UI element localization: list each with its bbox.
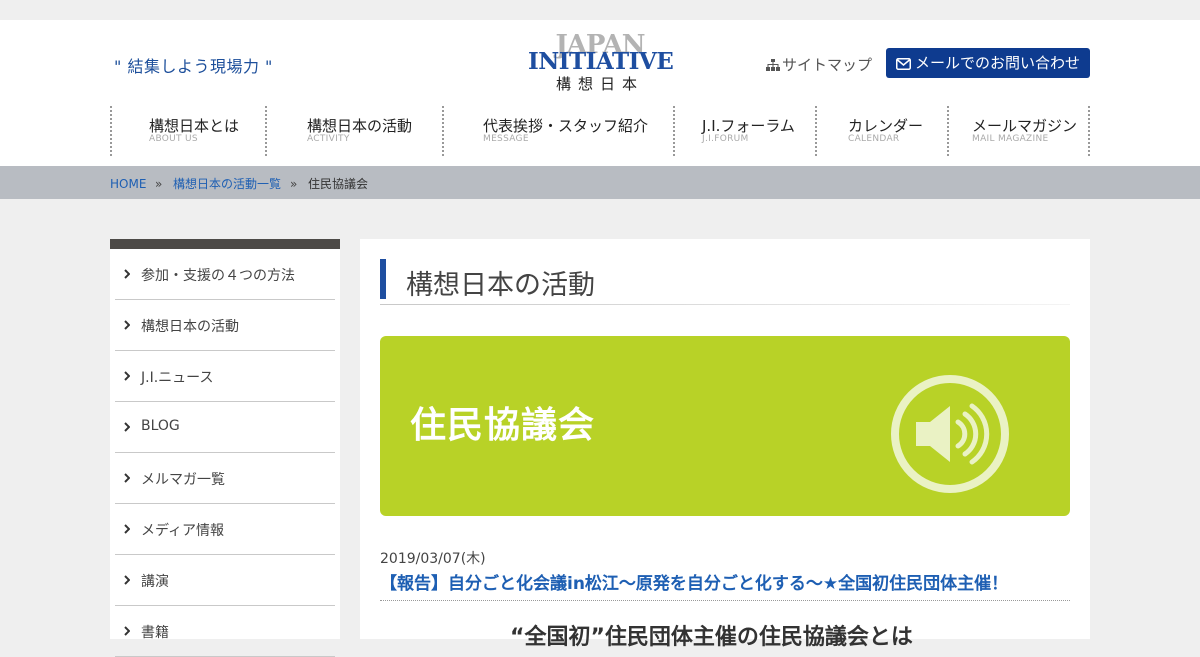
tagline: " 結集しよう現場力 " (114, 57, 273, 76)
sidebar-item-label: J.I.ニュース (141, 370, 214, 386)
sidebar-item[interactable]: メディア情報 (115, 504, 335, 555)
mail-button-label: メールでのお問い合わせ (914, 54, 1080, 72)
nav-label: カレンダー (848, 117, 924, 135)
logo-initiative-text: INITIATIVE (528, 48, 674, 75)
nav-sublabel: MESSAGE (483, 134, 529, 144)
site-logo[interactable]: JAPAN INITIATIVE 構想日本 (528, 30, 674, 94)
nav-label: 代表挨拶・スタッフ紹介 (483, 117, 649, 135)
breadcrumb-separator: » (155, 177, 163, 191)
nav-label: J.I.フォーラム (702, 117, 795, 135)
breadcrumb-separator: » (290, 177, 298, 191)
nav-sublabel: ACTIVITY (307, 134, 350, 144)
title-underline (380, 304, 1070, 305)
sidebar-item-label: 講演 (141, 574, 169, 590)
category-banner-label: 住民協議会 (410, 405, 596, 446)
chevron-right-icon (124, 473, 130, 483)
sidebar-item[interactable]: 講演 (115, 555, 335, 606)
chevron-right-icon (124, 575, 130, 585)
sidebar-item-label: メルマガ一覧 (141, 472, 225, 488)
sidebar-item[interactable]: J.I.ニュース (115, 351, 335, 402)
sidebar-item-label: 書籍 (141, 625, 169, 641)
global-nav: 構想日本とは ABOUT US 構想日本の活動 ACTIVITY 代表挨拶・スタ… (110, 106, 1090, 156)
post-subheading: “全国初”住民団体主催の住民協議会とは (510, 625, 913, 650)
chevron-right-icon (124, 320, 130, 330)
chevron-right-icon (124, 269, 130, 279)
page-title-text: 構想日本の活動 (406, 270, 595, 301)
post-title-link[interactable]: 【報告】自分ごと化会議in松江～原発を自分ごと化する～★全国初住民団体主催！ (380, 569, 1008, 594)
sidebar-item[interactable]: メルマガ一覧 (115, 453, 335, 504)
logo-kanji-text: 構想日本 (555, 75, 644, 93)
breadcrumb-current: 住民協議会 (308, 177, 369, 191)
sitemap-icon (766, 59, 780, 71)
nav-sublabel: ABOUT US (149, 134, 198, 144)
title-accent-bar (380, 259, 386, 299)
sidebar-item[interactable]: 構想日本の活動 (115, 300, 335, 351)
chevron-right-icon (124, 371, 130, 381)
chevron-right-icon (124, 626, 130, 636)
nav-item-forum[interactable]: J.I.フォーラム J.I.FORUM (673, 106, 816, 156)
nav-item-calendar[interactable]: カレンダー CALENDAR (815, 106, 948, 156)
nav-sublabel: CALENDAR (848, 134, 900, 144)
post-date: 2019/03/07(木) (380, 551, 486, 567)
breadcrumb-home-link[interactable]: HOME (110, 166, 146, 202)
nav-item-message[interactable]: 代表挨拶・スタッフ紹介 MESSAGE (442, 106, 674, 156)
sidebar-item[interactable]: 書籍 (115, 606, 335, 657)
speaker-icon (891, 375, 1009, 493)
nav-item-about[interactable]: 構想日本とは ABOUT US (110, 106, 266, 156)
nav-label: 構想日本の活動 (307, 117, 413, 135)
chevron-right-icon (124, 524, 130, 534)
page-title: 構想日本の活動 (380, 259, 1070, 305)
sidebar-item[interactable]: 参加・支援の４つの方法 (115, 249, 335, 300)
sidebar-item[interactable]: BLOG (115, 402, 335, 453)
category-banner: 住民協議会 (380, 336, 1070, 516)
main-content: 構想日本の活動 住民協議会 2019/03/07(木) 【報告】自分ごと化会議i… (360, 239, 1090, 650)
nav-label: メールマガジン (972, 117, 1078, 135)
nav-label: 構想日本とは (149, 117, 240, 135)
sidebar-item-label: 構想日本の活動 (141, 319, 239, 335)
mail-contact-button[interactable]: メールでのお問い合わせ (886, 48, 1090, 78)
post-divider (380, 600, 1070, 601)
envelope-icon (895, 58, 911, 70)
nav-item-mail-magazine[interactable]: メールマガジン MAIL MAGAZINE (947, 106, 1090, 156)
chevron-right-icon (124, 422, 130, 432)
sitemap-link[interactable]: サイトマップ (766, 54, 872, 75)
sidebar-item-label: メディア情報 (141, 523, 225, 539)
nav-sublabel: MAIL MAGAZINE (972, 134, 1049, 144)
nav-item-activity[interactable]: 構想日本の活動 ACTIVITY (265, 106, 443, 156)
sidebar-header-bar (110, 239, 340, 249)
site-header: " 結集しよう現場力 " JAPAN INITIATIVE 構想日本 サイトマッ… (0, 20, 1200, 166)
sitemap-label: サイトマップ (782, 56, 873, 74)
sidebar: 参加・支援の４つの方法 構想日本の活動 J.I.ニュース BLOG メルマガ一覧… (110, 239, 340, 657)
nav-sublabel: J.I.FORUM (702, 134, 749, 144)
sidebar-item-label: BLOG (141, 418, 180, 434)
breadcrumb-activity-list-link[interactable]: 構想日本の活動一覧 (173, 166, 281, 202)
top-strip (0, 0, 1200, 20)
sidebar-item-label: 参加・支援の４つの方法 (141, 268, 295, 284)
breadcrumb: HOME » 構想日本の活動一覧 » 住民協議会 (0, 166, 1200, 199)
